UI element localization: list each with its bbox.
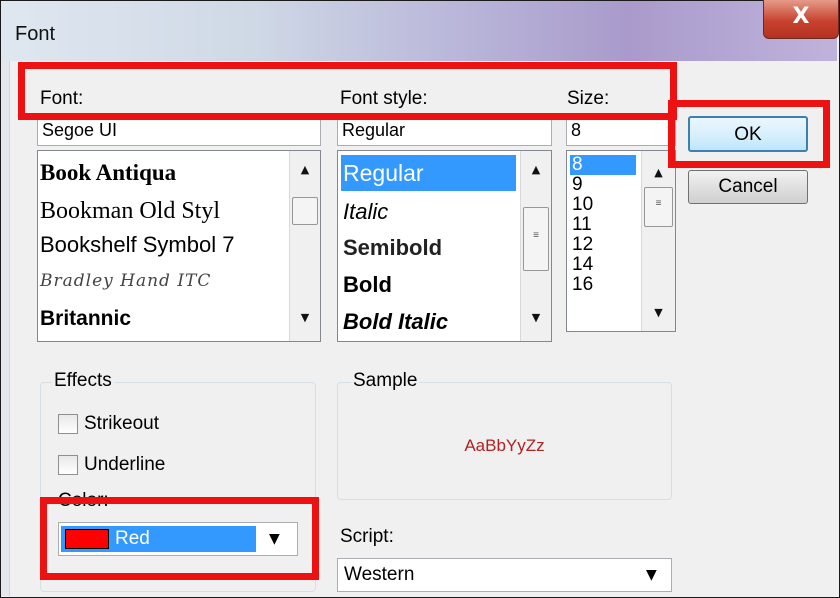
font-item-book-antiqua[interactable]: Book Antiqua [40,160,176,186]
highlight-box-ok [668,100,830,168]
style-item-bold[interactable]: Bold [343,272,392,298]
style-item-italic[interactable]: Italic [343,199,388,225]
cancel-button[interactable]: Cancel [688,170,808,204]
close-icon: X [792,4,810,29]
font-item-britannic[interactable]: Britannic [40,307,131,331]
font-item-bradley-hand[interactable]: Bradley Hand ITC [40,271,211,291]
script-dropdown[interactable]: Western ▼ [337,558,672,592]
size-item-14[interactable]: 14 [572,255,593,275]
scroll-down-icon[interactable]: ▼ [521,311,551,324]
font-name-input[interactable]: Segoe UI [37,116,321,146]
scroll-up-icon[interactable]: ▲ [290,163,320,176]
size-item-11[interactable]: 11 [572,215,592,235]
font-list[interactable]: Book Antiqua Bookman Old Styl Bookshelf … [37,150,321,342]
size-list-scrollbar[interactable]: ▲ ≡ ▼ [641,151,675,331]
scroll-down-icon[interactable]: ▼ [290,311,320,324]
underline-label[interactable]: Underline [84,454,165,476]
font-list-scrollbar[interactable]: ▲ ▼ [289,151,320,341]
font-style-input[interactable]: Regular [337,116,552,146]
size-item-12[interactable]: 12 [572,235,593,255]
strikeout-checkbox[interactable] [58,414,78,434]
size-list[interactable]: 8 9 10 11 12 14 16 ▲ ≡ ▼ [566,150,676,332]
scroll-up-icon[interactable]: ▲ [521,163,551,176]
font-style-list[interactable]: Regular Italic Semibold Bold Bold Italic… [337,150,552,342]
highlight-box-color [40,497,319,580]
dialog-title: Font [15,23,56,45]
scroll-thumb[interactable] [292,197,318,225]
size-item-10[interactable]: 10 [572,195,593,215]
size-item-9[interactable]: 9 [572,175,583,195]
title-bar[interactable]: Font [1,1,837,61]
scroll-thumb[interactable]: ≡ [644,187,673,227]
size-item-8[interactable]: 8 [570,155,636,175]
font-item-bookman[interactable]: Bookman Old Styl [40,198,220,225]
underline-checkbox[interactable] [58,455,78,475]
chevron-down-icon[interactable]: ▼ [646,567,657,583]
font-item-bookshelf-symbol[interactable]: Bookshelf Symbol 7 [40,232,234,258]
script-value: Western [344,564,415,585]
window-frame-edge [1,61,10,596]
scroll-thumb[interactable]: ≡ [523,207,549,271]
sample-legend: Sample [351,370,420,392]
size-item-16[interactable]: 16 [572,275,593,295]
scroll-down-icon[interactable]: ▼ [642,303,675,323]
style-item-semibold[interactable]: Semibold [343,235,442,261]
sample-preview-text: AaBbYyZz [464,436,545,455]
highlight-box-labels [18,62,677,120]
style-item-bold-italic[interactable]: Bold Italic [343,309,448,335]
close-button[interactable]: X [763,0,839,39]
script-label: Script: [340,526,394,547]
style-item-regular[interactable]: Regular [341,155,516,191]
size-input[interactable]: 8 [566,116,676,146]
strikeout-label[interactable]: Strikeout [84,413,159,435]
style-list-scrollbar[interactable]: ▲ ≡ ▼ [520,151,551,341]
effects-legend: Effects [52,370,114,392]
